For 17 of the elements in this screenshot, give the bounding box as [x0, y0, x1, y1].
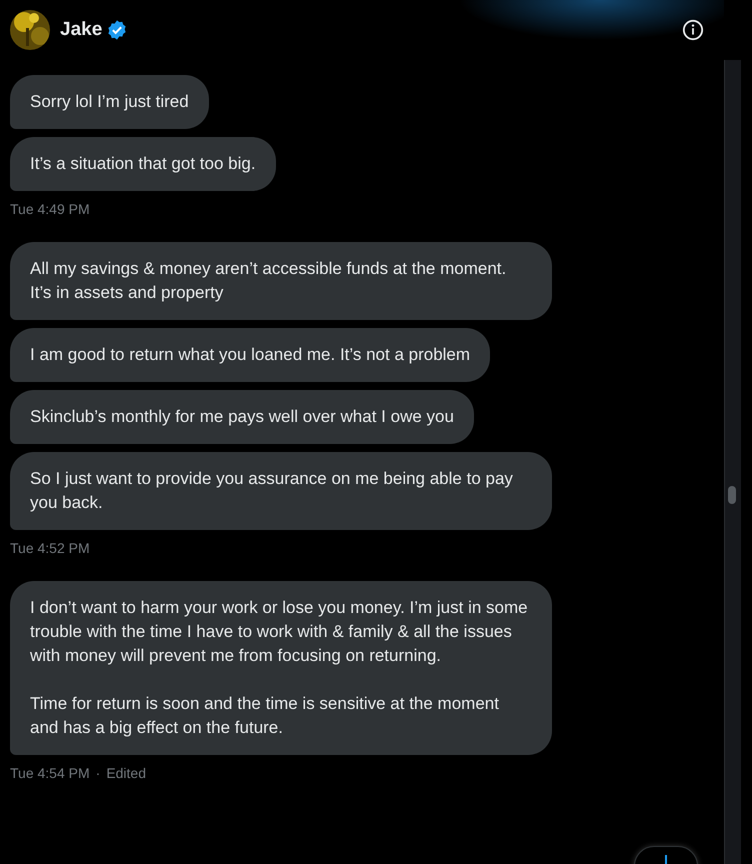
message-bubble: I am good to return what you loaned me. It’s not a problem: [10, 328, 490, 382]
message-bubble: So I just want to provide you assurance on me being able to pay you back.: [10, 452, 552, 530]
message-bubble: It’s a situation that got too big.: [10, 137, 276, 191]
scrollbar-thumb[interactable]: [728, 486, 736, 504]
avatar[interactable]: [10, 10, 50, 50]
message-time: Tue 4:49 PM: [10, 201, 90, 217]
message-bubble: Sorry lol I’m just tired: [10, 75, 209, 129]
message-bubble: All my savings & money aren’t accessible funds at the moment. It’s in assets and property: [10, 242, 552, 320]
edited-label: Edited: [106, 765, 146, 781]
message-time: Tue 4:52 PM: [10, 540, 90, 556]
message-time: Tue 4:54 PM: [10, 765, 90, 781]
contact-name: Jake: [60, 19, 102, 41]
info-icon[interactable]: [682, 19, 704, 41]
message-bubble: Skinclub’s monthly for me pays well over what I owe you: [10, 390, 474, 444]
scrollbar[interactable]: [724, 60, 741, 864]
message-bubble: I don’t want to harm your work or lose you money. I’m just in some trouble with the time I have to work with & family & all the issues with money will prevent me from focusing on returning. Time for return is soon and the time is sensitive at the moment and has a big effect on the future.: [10, 581, 552, 755]
separator-dot: ·: [96, 765, 100, 781]
